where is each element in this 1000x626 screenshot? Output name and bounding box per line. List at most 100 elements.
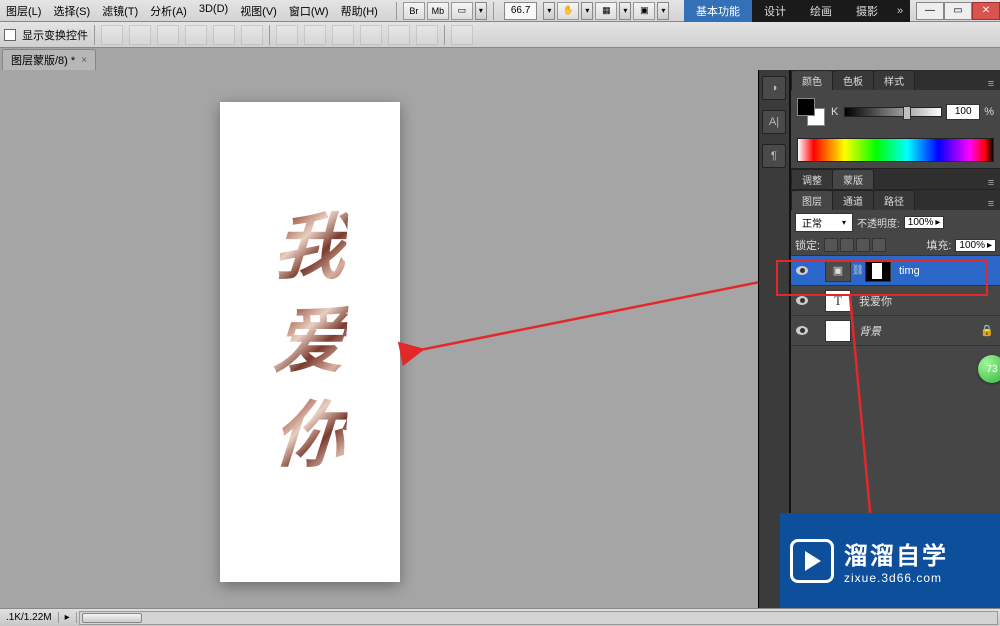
color-panel-tabs: 颜色 色板 样式 ≡ — [791, 70, 1000, 90]
workspace-tab-design[interactable]: 设计 — [752, 0, 798, 22]
layer-row-timg[interactable]: ▣ ⛓ timg — [791, 256, 1000, 286]
color-panel-menu[interactable]: ≡ — [982, 78, 1000, 90]
horizontal-scrollbar[interactable] — [79, 611, 998, 625]
layer-name[interactable]: timg — [899, 265, 920, 277]
tips-badge[interactable]: 73 — [978, 355, 1000, 383]
frame-dropdown[interactable]: ▾ — [657, 2, 669, 20]
history-panel-icon[interactable]: ◑ — [762, 76, 786, 100]
k-slider-knob[interactable] — [903, 106, 911, 120]
char-panel-icon[interactable]: A| — [762, 110, 786, 134]
align-btn-1[interactable] — [101, 25, 123, 45]
screen-mode-dropdown[interactable]: ▾ — [475, 2, 487, 20]
distribute-btn-1[interactable] — [276, 25, 298, 45]
k-value-input[interactable]: 100 — [946, 104, 980, 120]
align-btn-4[interactable] — [185, 25, 207, 45]
hand-tool-button[interactable]: ✋ — [557, 2, 579, 20]
tab-styles[interactable]: 样式 — [873, 70, 915, 90]
workspace-tab-essentials[interactable]: 基本功能 — [684, 0, 752, 22]
paragraph-panel-icon[interactable]: ¶ — [762, 144, 786, 168]
document-tab-bar: 图层蒙版/8) * × — [0, 48, 1000, 70]
adjust-panel-menu[interactable]: ≡ — [982, 177, 1000, 189]
document-tab-close[interactable]: × — [81, 55, 87, 66]
show-transform-checkbox[interactable] — [4, 29, 16, 41]
status-bar: .1K/1.22M ▸ — [0, 608, 1000, 626]
auto-align-button[interactable] — [451, 25, 473, 45]
menu-3d[interactable]: 3D(D) — [193, 3, 234, 19]
distribute-btn-2[interactable] — [304, 25, 326, 45]
tab-paths[interactable]: 路径 — [873, 190, 915, 210]
layer-thumb-bg[interactable] — [825, 320, 851, 342]
document-tab[interactable]: 图层蒙版/8) * × — [2, 49, 96, 70]
status-info[interactable]: .1K/1.22M — [0, 612, 59, 623]
lock-pixels[interactable] — [840, 238, 854, 252]
arrange-button[interactable]: ▦ — [595, 2, 617, 20]
screen-mode-button[interactable]: ▭ — [451, 2, 473, 20]
mask-link-icon[interactable]: ⛓ — [853, 260, 863, 282]
window-maximize[interactable]: ▭ — [944, 2, 972, 20]
menu-layer[interactable]: 图层(L) — [0, 3, 47, 19]
menu-filter[interactable]: 滤镜(T) — [96, 3, 144, 19]
extras-dropdown[interactable]: ▾ — [581, 2, 593, 20]
workspace-more[interactable]: » — [890, 0, 910, 22]
layer-name[interactable]: 背景 — [859, 323, 881, 339]
canvas[interactable]: 我 爱 你 — [220, 102, 400, 582]
layers-panel-body: 正常▾ 不透明度: 100%▸ 锁定: 填充: 100%▸ — [791, 210, 1000, 346]
tab-swatches[interactable]: 色板 — [832, 70, 874, 90]
lock-transparent[interactable] — [824, 238, 838, 252]
canvas-zone[interactable]: 我 爱 你 — [0, 70, 758, 608]
minibridge-button[interactable]: Mb — [427, 2, 449, 20]
distribute-btn-6[interactable] — [416, 25, 438, 45]
tab-masks[interactable]: 蒙版 — [832, 169, 874, 189]
workspace-tab-photography[interactable]: 摄影 — [844, 0, 890, 22]
lock-all[interactable] — [872, 238, 886, 252]
menu-help[interactable]: 帮助(H) — [335, 3, 384, 19]
pct-label: % — [984, 106, 994, 118]
fill-input[interactable]: 100%▸ — [955, 239, 996, 252]
k-slider[interactable] — [844, 107, 942, 117]
status-arrow[interactable]: ▸ — [59, 612, 77, 623]
blend-mode-dropdown[interactable]: 正常▾ — [795, 213, 853, 232]
layer-thumb-mask[interactable] — [865, 260, 891, 282]
tab-channels[interactable]: 通道 — [832, 190, 874, 210]
fg-swatch[interactable] — [797, 98, 815, 116]
layer-thumb-smart[interactable]: ▣ — [825, 260, 851, 282]
menu-analysis[interactable]: 分析(A) — [144, 3, 193, 19]
color-spectrum[interactable] — [797, 138, 994, 162]
fgbg-swatch[interactable] — [797, 98, 825, 126]
layer-visibility-toggle[interactable] — [791, 296, 813, 305]
window-close[interactable]: ✕ — [972, 2, 1000, 20]
document-tab-title: 图层蒙版/8) * — [11, 52, 75, 68]
align-btn-2[interactable] — [129, 25, 151, 45]
workspace-tab-painting[interactable]: 绘画 — [798, 0, 844, 22]
align-btn-6[interactable] — [241, 25, 263, 45]
bridge-button[interactable]: Br — [403, 2, 425, 20]
tab-layers[interactable]: 图层 — [791, 190, 833, 210]
menu-select[interactable]: 选择(S) — [47, 3, 96, 19]
scrollbar-thumb[interactable] — [82, 613, 142, 623]
zoom-input[interactable]: 66.7 — [504, 2, 537, 20]
frame-button[interactable]: ▣ — [633, 2, 655, 20]
layers-panel-menu[interactable]: ≡ — [982, 198, 1000, 210]
tab-adjustments[interactable]: 调整 — [791, 169, 833, 189]
workspace-tabs: 基本功能 设计 绘画 摄影 » — [684, 0, 910, 22]
align-btn-3[interactable] — [157, 25, 179, 45]
window-minimize[interactable]: — — [916, 2, 944, 20]
layer-row-text[interactable]: T 我爱你 — [791, 286, 1000, 316]
layer-thumb-text[interactable]: T — [825, 290, 851, 312]
menu-view[interactable]: 视图(V) — [234, 3, 283, 19]
distribute-btn-3[interactable] — [332, 25, 354, 45]
watermark-title: 溜溜自学 — [844, 536, 948, 571]
tab-color[interactable]: 颜色 — [791, 70, 833, 90]
align-btn-5[interactable] — [213, 25, 235, 45]
layer-name[interactable]: 我爱你 — [859, 293, 892, 309]
arrange-dropdown[interactable]: ▾ — [619, 2, 631, 20]
distribute-btn-5[interactable] — [388, 25, 410, 45]
distribute-btn-4[interactable] — [360, 25, 382, 45]
lock-position[interactable] — [856, 238, 870, 252]
layer-row-background[interactable]: 背景 🔒 — [791, 316, 1000, 346]
layer-visibility-toggle[interactable] — [791, 326, 813, 335]
layer-visibility-toggle[interactable] — [791, 266, 813, 275]
opacity-input[interactable]: 100%▸ — [904, 216, 945, 229]
zoom-dropdown[interactable]: ▾ — [543, 2, 555, 20]
menu-window[interactable]: 窗口(W) — [283, 3, 335, 19]
